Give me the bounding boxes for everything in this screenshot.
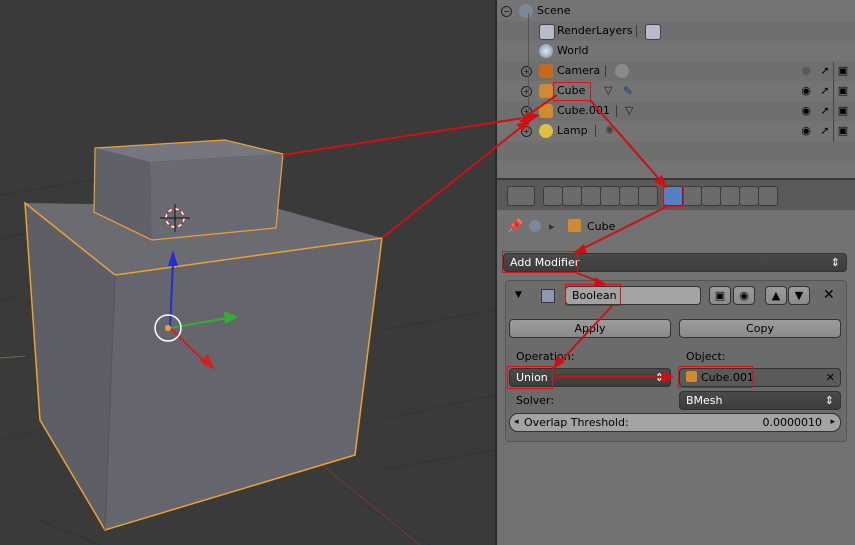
boolean-modifier-icon [541, 289, 555, 303]
object-label: Object: [686, 350, 726, 363]
outliner-label: World [557, 44, 589, 57]
lamp-data-icon: ✺ [605, 124, 615, 137]
render-layers-tab-icon[interactable] [562, 186, 582, 206]
render-camera-icon[interactable]: ▣ [837, 65, 849, 77]
world-icon [539, 44, 553, 58]
texture-tab-icon[interactable] [720, 186, 740, 206]
collapse-panel-icon[interactable]: ▼ [515, 290, 522, 300]
pin-icon[interactable]: 📌 [507, 219, 523, 234]
render-camera-icon[interactable]: ▣ [837, 125, 849, 137]
breadcrumb-object-name: Cube [587, 220, 616, 233]
eye-icon[interactable]: ◉ [800, 105, 812, 117]
expand-icon[interactable]: + [521, 126, 532, 137]
object-icon [568, 219, 581, 232]
threshold-label: Overlap Threshold: [524, 416, 629, 429]
annotation-box-object [678, 366, 753, 388]
outliner-label: Cube.001 [557, 104, 610, 117]
constraints-tab-icon[interactable] [638, 186, 658, 206]
x-axis-line [309, 454, 421, 545]
viewport-toggle-icon[interactable]: ◉ [733, 286, 755, 305]
cursor-select-icon[interactable]: ➚ [819, 105, 831, 117]
world-tab-icon[interactable] [600, 186, 620, 206]
dropdown-arrows-icon: ⇕ [830, 256, 840, 269]
remove-modifier-icon[interactable]: ✕ [823, 287, 835, 303]
annotation-box-modifier-tab [663, 185, 684, 207]
solver-dropdown[interactable]: BMesh ⇕ [679, 391, 841, 410]
render-camera-icon[interactable]: ▣ [837, 85, 849, 97]
cursor-select-icon[interactable]: ➚ [819, 85, 831, 97]
solver-label: Solver: [516, 394, 555, 407]
renderlayers-icon [539, 24, 555, 40]
mesh-object-icon [539, 84, 553, 98]
annotation-box-union [507, 366, 553, 389]
outliner-row-renderlayers[interactable]: RenderLayers [497, 21, 855, 41]
render-layer-icon [645, 24, 661, 40]
outliner-row-scene[interactable]: − Scene [497, 1, 855, 21]
mesh-data-icon: ▽ [604, 84, 613, 97]
mesh-object-icon [539, 104, 553, 118]
outliner-row-lamp[interactable]: + Lamp ✺ ◉ ➚ ▣ [497, 121, 855, 141]
move-down-icon[interactable]: ▼ [788, 286, 810, 305]
camera-icon [539, 64, 553, 78]
eye-icon[interactable]: ● [800, 65, 812, 77]
decrement-icon[interactable]: ◂ [514, 414, 519, 431]
threshold-value: 0.0000010 [762, 416, 823, 429]
material-tab-icon[interactable] [701, 186, 721, 206]
overlap-threshold-field[interactable]: ◂ Overlap Threshold: 0.0000010 ▸ [509, 413, 841, 432]
scene-tab-icon[interactable] [581, 186, 601, 206]
wrench-icon: ✎ [623, 84, 634, 98]
camera-data-icon [615, 64, 629, 78]
physics-tab-icon[interactable] [758, 186, 778, 206]
expand-icon[interactable]: + [521, 106, 532, 117]
outliner-row-cube[interactable]: + Cube ▽ ✎ ◉ ➚ ▣ [497, 81, 855, 101]
breadcrumb-arrow-icon: ▸ [549, 220, 555, 233]
viewport-scene [0, 139, 495, 545]
operation-label: Operation: [516, 350, 575, 363]
cube-front-face[interactable] [105, 238, 382, 530]
dropdown-arrows-icon: ⇕ [654, 371, 664, 384]
expand-icon[interactable]: + [521, 66, 532, 77]
outliner-label: Scene [537, 4, 571, 17]
outliner-row-camera[interactable]: + Camera ● ➚ ▣ [497, 61, 855, 81]
outliner-panel: − Scene RenderLayers World + Camera ● ➚ … [497, 0, 855, 178]
data-tab-icon[interactable] [682, 186, 702, 206]
outliner-label: Camera [557, 64, 601, 77]
scene-icon [529, 220, 541, 232]
outliner-row-world[interactable]: World [497, 41, 855, 61]
cube001-front-face[interactable] [150, 154, 283, 240]
clear-field-icon[interactable]: ✕ [826, 369, 835, 386]
eye-icon[interactable]: ◉ [800, 125, 812, 137]
scene-icon [519, 4, 533, 18]
solver-value: BMesh [686, 394, 723, 407]
editor-type-icon[interactable] [507, 186, 535, 206]
increment-icon[interactable]: ▸ [830, 414, 835, 431]
move-up-icon[interactable]: ▲ [765, 286, 787, 305]
mesh-data-icon: ▽ [625, 104, 634, 117]
object-tab-icon[interactable] [619, 186, 639, 206]
render-toggle-icon[interactable]: ▣ [709, 286, 731, 305]
particles-tab-icon[interactable] [739, 186, 759, 206]
outliner-label: Lamp [557, 124, 588, 137]
annotation-box-add-modifier [502, 251, 578, 273]
cursor-select-icon[interactable]: ➚ [819, 125, 831, 137]
outliner-label: RenderLayers [557, 24, 633, 37]
lamp-icon [539, 124, 553, 138]
render-camera-icon[interactable]: ▣ [837, 105, 849, 117]
expand-icon[interactable]: + [521, 86, 532, 97]
annotation-box-boolean [565, 284, 621, 306]
eye-icon[interactable]: ◉ [800, 85, 812, 97]
outliner-row-cube001[interactable]: + Cube.001 ▽ ◉ ➚ ▣ [497, 101, 855, 121]
3d-viewport[interactable] [0, 0, 495, 545]
apply-button[interactable]: Apply [509, 319, 671, 338]
copy-button[interactable]: Copy [679, 319, 841, 338]
annotation-box-cube [553, 82, 591, 101]
cursor-select-icon[interactable]: ➚ [819, 65, 831, 77]
dropdown-arrows-icon: ⇕ [824, 394, 834, 407]
render-tab-icon[interactable] [543, 186, 563, 206]
collapse-icon[interactable]: − [501, 6, 512, 17]
